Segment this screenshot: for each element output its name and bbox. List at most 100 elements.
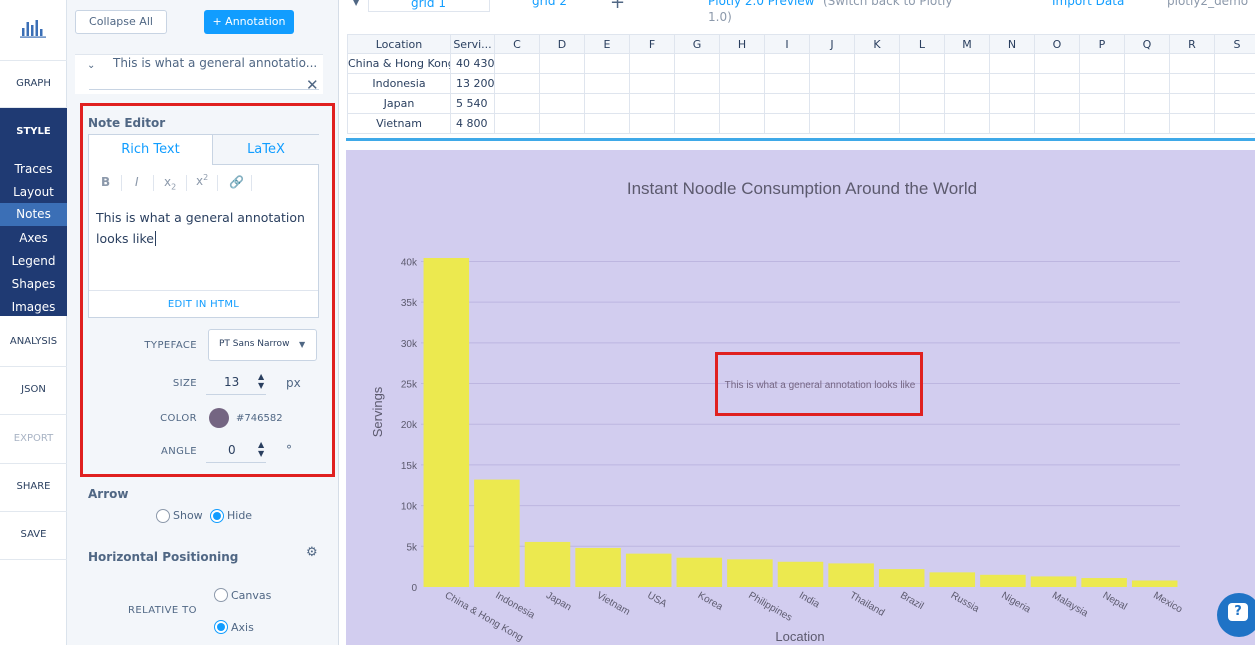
y-axis-label[interactable]: Servings: [370, 386, 385, 437]
grid-cell[interactable]: [990, 94, 1035, 114]
grid-column-header[interactable]: O: [1035, 34, 1080, 54]
grid-cell[interactable]: [1080, 74, 1125, 94]
nav-notes[interactable]: Notes: [0, 203, 67, 226]
grid-cell[interactable]: [495, 94, 540, 114]
nav-traces[interactable]: Traces: [0, 162, 67, 176]
nav-graph[interactable]: GRAPH: [0, 78, 67, 89]
username[interactable]: plotly2_demo: [1167, 0, 1248, 8]
add-grid-icon[interactable]: +: [610, 0, 625, 13]
bar-usa[interactable]: [625, 553, 672, 587]
grid-cell[interactable]: [945, 74, 990, 94]
grid-cell[interactable]: [585, 94, 630, 114]
grid-column-header[interactable]: L: [900, 34, 945, 54]
grid-cell[interactable]: [810, 54, 855, 74]
grid-cell[interactable]: [990, 54, 1035, 74]
grid-divider[interactable]: [346, 138, 1255, 141]
grid-cell[interactable]: [900, 114, 945, 134]
relative-canvas-radio[interactable]: [214, 588, 228, 602]
grid-column-header[interactable]: F: [630, 34, 675, 54]
grid-column-header[interactable]: J: [810, 34, 855, 54]
relative-axis-radio[interactable]: [214, 620, 228, 634]
grid-column-header[interactable]: Servi...: [451, 34, 495, 54]
grid-cell[interactable]: [1125, 74, 1170, 94]
grid-cell[interactable]: [1080, 54, 1125, 74]
add-annotation-button[interactable]: + Annotation: [204, 10, 294, 34]
nav-save[interactable]: SAVE: [0, 529, 67, 540]
nav-json[interactable]: JSON: [0, 384, 67, 395]
grid-cell[interactable]: [675, 54, 720, 74]
grid-column-header[interactable]: K: [855, 34, 900, 54]
grid-cell[interactable]: [900, 74, 945, 94]
grid-column-header[interactable]: N: [990, 34, 1035, 54]
bar-indonesia[interactable]: [474, 479, 520, 587]
chat-button[interactable]: ?: [1217, 593, 1255, 637]
grid-column-header[interactable]: D: [540, 34, 585, 54]
grid-cell[interactable]: [900, 94, 945, 114]
bar-thailand[interactable]: [828, 563, 874, 587]
collapse-all-button[interactable]: Collapse All: [75, 10, 167, 34]
bar-korea[interactable]: [676, 557, 723, 587]
nav-layout[interactable]: Layout: [0, 185, 67, 199]
nav-share[interactable]: SHARE: [0, 481, 67, 492]
grid-cell[interactable]: [810, 94, 855, 114]
grid-cell[interactable]: [1170, 54, 1215, 74]
grid-cell[interactable]: [900, 54, 945, 74]
grid-cell[interactable]: Japan: [347, 94, 451, 114]
grid-cell[interactable]: [1215, 114, 1255, 134]
switch-back-text[interactable]: (Switch back to Plotly: [823, 0, 952, 8]
nav-axes[interactable]: Axes: [0, 231, 67, 245]
bar-mexico[interactable]: [1131, 580, 1178, 587]
bar-nepal[interactable]: [1081, 578, 1127, 587]
grid-cell[interactable]: [1170, 94, 1215, 114]
grid-column-header[interactable]: Location: [347, 34, 451, 54]
grid-cell[interactable]: [945, 94, 990, 114]
grid-column-header[interactable]: H: [720, 34, 765, 54]
plotly-logo-icon[interactable]: [20, 18, 46, 38]
annotation-title[interactable]: This is what a general annotatio...: [113, 56, 317, 70]
grid-cell[interactable]: [810, 74, 855, 94]
grid-cell[interactable]: [495, 54, 540, 74]
bar-malaysia[interactable]: [1030, 576, 1077, 587]
bar-russia[interactable]: [929, 572, 976, 587]
grid-cell[interactable]: [720, 54, 765, 74]
chart-title[interactable]: Instant Noodle Consumption Around the Wo…: [627, 179, 977, 198]
grid-cell[interactable]: [945, 54, 990, 74]
arrow-show-radio[interactable]: [156, 509, 170, 523]
nav-shapes[interactable]: Shapes: [0, 277, 67, 291]
grid-cell[interactable]: [720, 94, 765, 114]
grid-cell[interactable]: [630, 114, 675, 134]
grid-cell[interactable]: [585, 114, 630, 134]
grid-cell[interactable]: [675, 94, 720, 114]
grid-column-header[interactable]: P: [1080, 34, 1125, 54]
grid-column-header[interactable]: E: [585, 34, 630, 54]
grid-cell[interactable]: [945, 114, 990, 134]
grid-cell[interactable]: [1125, 94, 1170, 114]
grid-cell[interactable]: [630, 94, 675, 114]
grid-cell[interactable]: [1035, 114, 1080, 134]
bar-vietnam[interactable]: [575, 547, 621, 587]
grid-cell[interactable]: [765, 114, 810, 134]
grid-cell[interactable]: 40 430: [451, 54, 495, 74]
nav-export[interactable]: EXPORT: [0, 433, 67, 444]
grid-column-header[interactable]: M: [945, 34, 990, 54]
grid-cell[interactable]: Indonesia: [347, 74, 451, 94]
grid-cell[interactable]: [720, 74, 765, 94]
grid-cell[interactable]: [495, 74, 540, 94]
grid-cell[interactable]: [765, 74, 810, 94]
grid-cell[interactable]: [540, 94, 585, 114]
grid-cell[interactable]: [1080, 114, 1125, 134]
nav-style[interactable]: STYLE: [0, 126, 67, 137]
bar-philippines[interactable]: [727, 559, 773, 587]
grid-column-header[interactable]: C: [495, 34, 540, 54]
grid-cell[interactable]: [540, 74, 585, 94]
chevron-down-icon[interactable]: ⌄: [87, 60, 95, 71]
grid-column-header[interactable]: Q: [1125, 34, 1170, 54]
grid-cell[interactable]: [675, 74, 720, 94]
import-data-link[interactable]: Import Data: [1052, 0, 1124, 8]
grid-cell[interactable]: Vietnam: [347, 114, 451, 134]
grid-cell[interactable]: [675, 114, 720, 134]
bar-brazil[interactable]: [878, 569, 925, 587]
nav-legend[interactable]: Legend: [0, 254, 67, 268]
grid-cell[interactable]: [855, 54, 900, 74]
tab-grid-2[interactable]: grid 2: [532, 0, 567, 8]
